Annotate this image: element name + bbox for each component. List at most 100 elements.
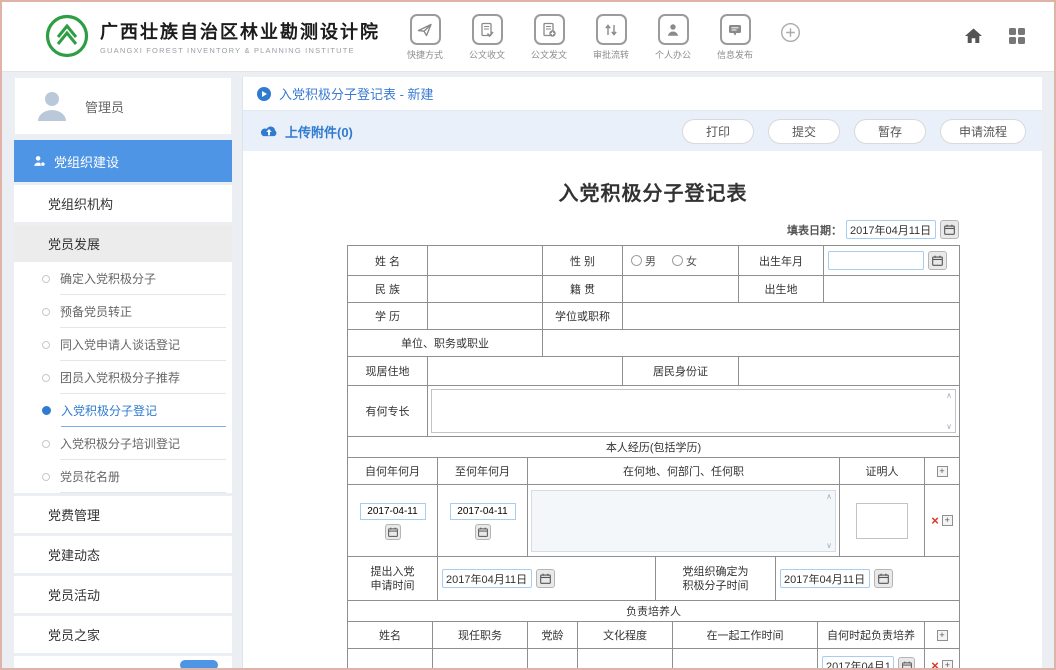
calendar-icon[interactable]: [536, 569, 555, 588]
history-section-title: 本人经历(包括学历): [348, 437, 960, 458]
cultivator-party-age-input-cell[interactable]: [528, 649, 578, 670]
calendar-icon[interactable]: [898, 657, 915, 670]
toolbar-item-personal-office[interactable]: 个人办公: [648, 14, 698, 61]
chevron-up-icon[interactable]: ∧: [826, 493, 832, 500]
toggle-pill[interactable]: [180, 660, 218, 670]
table-row: 负责培养人: [348, 601, 960, 622]
submenu-item-activist-training[interactable]: 入党积极分子培训登记: [14, 427, 232, 460]
witness-input[interactable]: [856, 503, 908, 539]
user-card[interactable]: 管理员: [14, 77, 232, 135]
sidebar-item-party-news[interactable]: 党建动态: [14, 533, 232, 573]
upload-attachment-label: 上传附件(0): [285, 122, 353, 141]
home-icon[interactable]: [963, 26, 984, 51]
doc-send-icon: [534, 14, 565, 45]
fill-date-label: 填表日期：: [787, 222, 842, 238]
sidebar-item-party-org-building[interactable]: 党组织建设: [14, 140, 232, 182]
sidebar-item-party-org-structure[interactable]: 党组织机构: [14, 182, 232, 222]
cultivator-worktime-input-cell[interactable]: [673, 649, 818, 670]
female-radio[interactable]: [672, 255, 683, 266]
calendar-icon[interactable]: [928, 251, 947, 270]
apps-grid-icon[interactable]: [1008, 27, 1026, 50]
work-input-cell[interactable]: [543, 330, 960, 357]
calendar-icon[interactable]: [940, 220, 959, 239]
native-place-label: 籍 贯: [543, 276, 623, 303]
sidebar: 管理员 党组织建设 党组织机构 党员发展 确定入党积极分子 预备党员转正: [14, 77, 232, 668]
sidebar-item-party-fee[interactable]: 党费管理: [14, 493, 232, 533]
name-input-cell[interactable]: [428, 246, 543, 276]
female-label: 女: [686, 253, 697, 269]
table-row: 姓名 现任职务 党龄 文化程度 在一起工作时间 自何时起负责培养 +: [348, 622, 960, 649]
cultivator-name-input-cell[interactable]: [348, 649, 433, 670]
male-radio[interactable]: [631, 255, 642, 266]
apply-date-input[interactable]: [442, 569, 532, 588]
ethnic-input-cell[interactable]: [428, 276, 543, 303]
witness-label: 证明人: [840, 458, 925, 485]
toolbar-item-approval-flow[interactable]: 审批流转: [586, 14, 636, 61]
add-app-icon[interactable]: [780, 22, 801, 48]
toolbar-item-info-publish[interactable]: 信息发布: [710, 14, 760, 61]
registration-form: 入党积极分子登记表 填表日期： 姓 名 性 别 男: [347, 177, 959, 670]
calendar-icon[interactable]: [385, 524, 401, 540]
delete-row-icon[interactable]: ×: [931, 660, 939, 670]
add-row-icon[interactable]: +: [942, 515, 953, 526]
sidebar-item-member-development[interactable]: 党员发展: [14, 222, 232, 262]
add-row-icon[interactable]: +: [937, 630, 948, 641]
save-draft-button[interactable]: 暂存: [854, 119, 926, 144]
gender-label: 性 别: [543, 246, 623, 276]
add-row-icon[interactable]: +: [937, 466, 948, 477]
history-from-input[interactable]: [360, 503, 426, 520]
toolbar-label: 公文收文: [469, 48, 505, 61]
education-label: 学 历: [348, 303, 428, 330]
cultivator-name-label: 姓名: [348, 622, 433, 649]
submenu-item-activist-register[interactable]: 入党积极分子登记: [14, 394, 232, 427]
personal-office-icon: [658, 14, 689, 45]
submenu-item-probation-confirm[interactable]: 预备党员转正: [14, 295, 232, 328]
cultivator-party-age-label: 党龄: [528, 622, 578, 649]
add-row-icon[interactable]: +: [942, 660, 953, 670]
birth-date-input[interactable]: [828, 251, 924, 270]
cultivator-position-input-cell[interactable]: [433, 649, 528, 670]
print-button[interactable]: 打印: [682, 119, 754, 144]
apply-process-button[interactable]: 申请流程: [940, 119, 1026, 144]
submenu-item-applicant-talk[interactable]: 同入党申请人谈话登记: [14, 328, 232, 361]
native-place-input-cell[interactable]: [623, 276, 739, 303]
upload-attachment-button[interactable]: 上传附件(0): [259, 122, 353, 141]
toolbar-item-shortcuts[interactable]: 快捷方式: [400, 14, 450, 61]
sidebar-item-member-home[interactable]: 党员之家: [14, 613, 232, 653]
education-input-cell[interactable]: [428, 303, 543, 330]
history-to-input[interactable]: [450, 503, 516, 520]
submenu-item-league-recommend[interactable]: 团员入党积极分子推荐: [14, 361, 232, 394]
submenu-item-confirm-activist[interactable]: 确定入党积极分子: [14, 262, 232, 295]
personal-info-table: 姓 名 性 别 男 女 出生年月: [347, 245, 960, 437]
id-card-input-cell[interactable]: [739, 357, 960, 386]
degree-input-cell[interactable]: [623, 303, 960, 330]
delete-row-icon[interactable]: ×: [931, 515, 939, 527]
fill-date-input[interactable]: [846, 220, 936, 239]
birthplace-input-cell[interactable]: [824, 276, 960, 303]
cultivator-since-label: 自何时起负责培养: [818, 622, 925, 649]
cultivator-culture-input-cell[interactable]: [578, 649, 673, 670]
breadcrumb-bar: 入党积极分子登记表 - 新建: [243, 77, 1042, 111]
submit-button[interactable]: 提交: [768, 119, 840, 144]
sidebar-item-member-activities[interactable]: 党员活动: [14, 573, 232, 613]
table-row: 学 历 学位或职称: [348, 303, 960, 330]
cultivate-since-input[interactable]: [822, 656, 894, 670]
chevron-down-icon[interactable]: ∨: [946, 423, 952, 430]
confirm-date-input[interactable]: [780, 569, 870, 588]
toolbar-item-doc-send[interactable]: 公文发文: [524, 14, 574, 61]
approval-flow-icon: [596, 14, 627, 45]
residence-label: 现居住地: [348, 357, 428, 386]
residence-input-cell[interactable]: [428, 357, 623, 386]
calendar-icon[interactable]: [874, 569, 893, 588]
history-detail-textarea[interactable]: ∧ ∨: [531, 490, 836, 552]
submenu-item-member-roster[interactable]: 党员花名册: [14, 460, 232, 493]
ethnic-label: 民 族: [348, 276, 428, 303]
toolbar-item-doc-receive[interactable]: 公文收文: [462, 14, 512, 61]
specialty-textarea[interactable]: ∧ ∨: [431, 389, 956, 433]
toolbar-label: 个人办公: [655, 48, 691, 61]
chevron-up-icon[interactable]: ∧: [946, 392, 952, 399]
calendar-icon[interactable]: [475, 524, 491, 540]
chevron-down-icon[interactable]: ∨: [826, 542, 832, 549]
cultivators-table: 负责培养人 姓名 现任职务 党龄 文化程度 在一起工作时间 自何时起负责培养 +: [347, 600, 960, 670]
avatar: [33, 87, 71, 125]
